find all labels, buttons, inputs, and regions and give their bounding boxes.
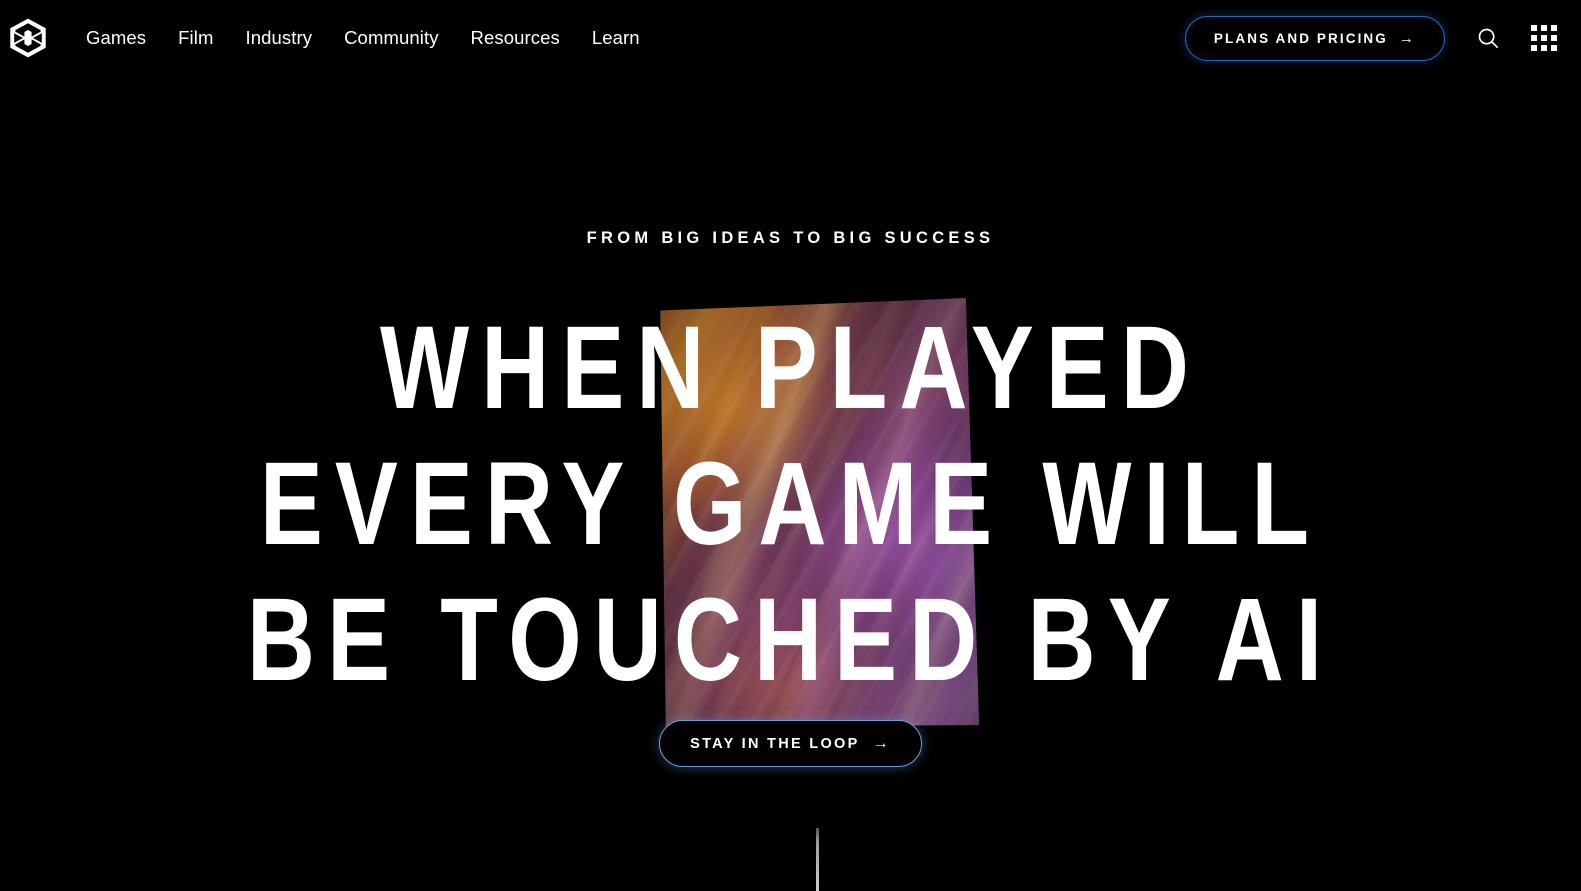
scroll-down-indicator[interactable]	[815, 828, 819, 891]
unity-cube-icon	[10, 18, 46, 58]
nav-item-film[interactable]: Film	[162, 23, 229, 54]
nav-item-industry[interactable]: Industry	[229, 23, 328, 54]
arrow-right-icon: →	[1398, 29, 1416, 47]
stay-in-the-loop-button[interactable]: STAY IN THE LOOP →	[659, 720, 922, 767]
artwork-vignette	[644, 289, 991, 735]
abstract-gradient-artwork	[644, 289, 991, 735]
stay-in-the-loop-label: STAY IN THE LOOP	[690, 735, 860, 752]
plans-and-pricing-button[interactable]: PLANS AND PRICING →	[1184, 15, 1445, 61]
main-navigation: Games Film Industry Community Resources …	[70, 23, 656, 54]
unity-hero-page: FROM BIG IDEAS TO BIG SUCCESS WHEN PLAYE…	[0, 0, 1581, 891]
hero-eyebrow: FROM BIG IDEAS TO BIG SUCCESS	[586, 229, 995, 247]
plans-and-pricing-label: PLANS AND PRICING	[1213, 30, 1388, 46]
nav-item-community[interactable]: Community	[328, 23, 454, 54]
nav-item-resources[interactable]: Resources	[455, 23, 576, 54]
grid-apps-icon	[1531, 25, 1557, 51]
site-header: Games Film Industry Community Resources …	[0, 0, 1581, 76]
search-button[interactable]	[1467, 17, 1509, 59]
search-icon	[1478, 28, 1499, 49]
apps-grid-button[interactable]	[1523, 17, 1565, 59]
hero-section: FROM BIG IDEAS TO BIG SUCCESS WHEN PLAYE…	[0, 0, 1581, 891]
arrow-right-icon: →	[872, 734, 891, 752]
nav-item-games[interactable]: Games	[70, 23, 162, 54]
unity-logo[interactable]	[6, 16, 50, 60]
nav-item-learn[interactable]: Learn	[576, 23, 656, 54]
hero-cta-wrap: STAY IN THE LOOP →	[0, 720, 1581, 767]
header-actions: PLANS AND PRICING →	[1184, 15, 1581, 61]
